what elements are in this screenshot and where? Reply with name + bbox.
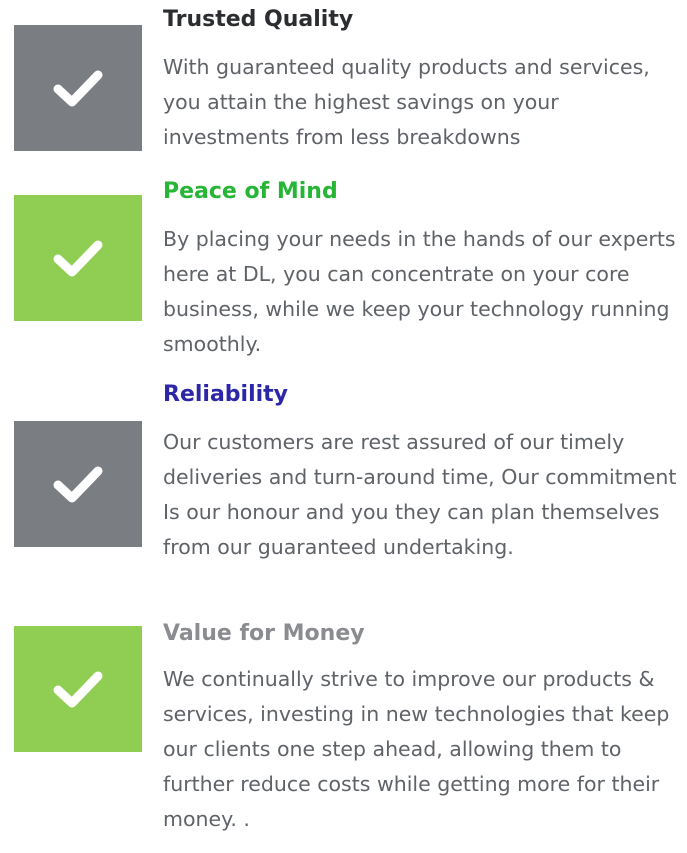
feature-description: Our customers are rest assured of our ti… [163,430,677,559]
feature-description: With guaranteed quality products and ser… [163,55,650,149]
checkmark-icon [53,671,103,708]
checkmark-icon [53,240,103,277]
checkmark-icon [53,70,103,107]
check-box [14,25,142,151]
checkmark-icon [53,466,103,503]
check-box [14,626,142,752]
feature-title: Reliability [163,382,289,407]
feature-description: We continually strive to improve our pro… [163,667,670,831]
check-box [14,195,142,321]
feature-title: Value for Money [163,621,365,646]
check-box [14,421,142,547]
feature-title: Peace of Mind [163,179,338,204]
feature-description: By placing your needs in the hands of ou… [163,227,676,356]
feature-title: Trusted Quality [163,7,354,32]
